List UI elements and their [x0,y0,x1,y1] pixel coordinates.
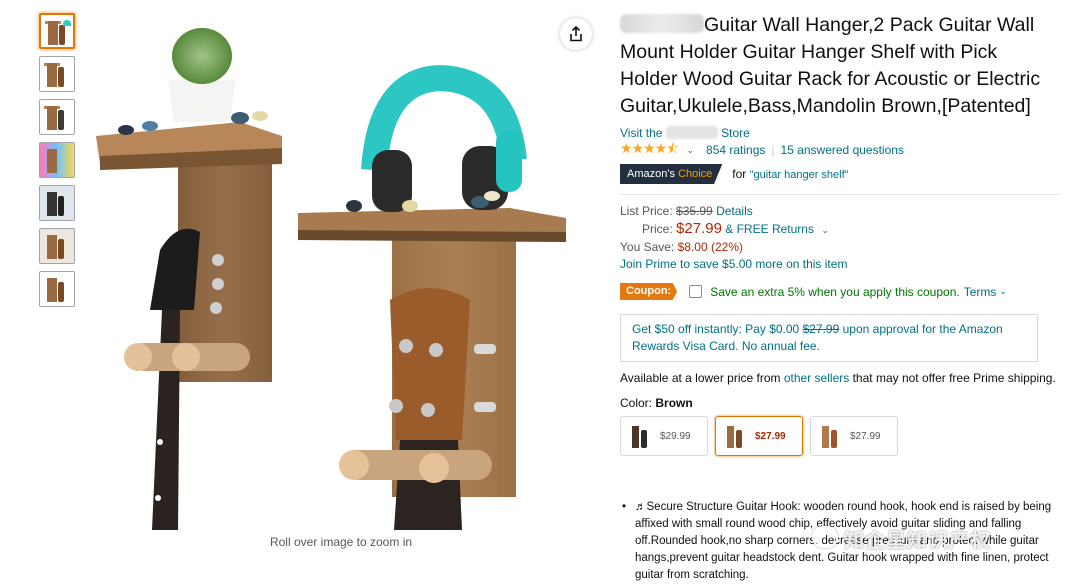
store-suffix: Store [721,126,750,140]
choice-for: for "guitar hanger shelf" [732,167,848,181]
product-title: Guitar Wall Hanger,2 Pack Guitar Wall Mo… [620,12,1060,120]
choice-badge-a: Amazon's [627,168,675,180]
join-prime-link[interactable]: Join Prime to save $5.00 more on this it… [620,257,847,271]
zoom-caption: Roll over image to zoom in [269,535,413,549]
availability-note: Available at a lower price from other se… [620,370,1060,387]
availability-suffix: that may not offer free Prime shipping. [852,371,1056,385]
rewards-card-offer[interactable]: Get $50 off instantly: Pay $0.00 $27.99 … [620,314,1038,362]
thumbnail-5[interactable] [39,185,75,221]
watermark-logo-icon [812,526,838,548]
price-label: Price: [642,222,673,236]
amazons-choice-badge: Amazon's Choice [620,164,723,184]
store-link[interactable]: Visit the Store [620,126,1060,140]
card-offer-text-b: upon approval for the Amazon [842,322,1003,336]
list-price: $35.99 [676,204,713,218]
divider [620,194,1060,195]
share-icon [570,26,582,42]
brand-name-redacted [620,14,704,33]
price-value: $27.99 [676,220,722,237]
coupon-terms-link[interactable]: Terms [964,285,997,299]
swatch-price: $27.99 [850,430,881,442]
other-sellers-link[interactable]: other sellers [784,371,849,385]
swatch-image [723,422,749,450]
watermark: 知企星知识产权 [844,530,991,552]
thumbnail-6[interactable] [39,228,75,264]
feature-bullet: ♬Secure Structure Guitar Hook: wooden ro… [620,499,1060,584]
thumbnail-4[interactable] [39,142,75,178]
color-swatches: $29.99 $27.99 $27.99 [620,416,1060,456]
thumbnail-1[interactable] [39,13,75,49]
coupon-badge: Coupon: [620,283,678,300]
coupon-text: Save an extra 5% when you apply this cou… [710,284,960,299]
choice-for-text: for [732,167,747,181]
ratings-link[interactable]: 854 ratings [706,143,765,157]
swatch-option-2-selected[interactable]: $27.99 [715,416,803,456]
list-price-label: List Price: [620,204,673,218]
rating-row: ★★★★⯪ ⌄ 854 ratings | 15 answered questi… [620,140,1060,158]
store-name-redacted [665,126,718,139]
chevron-down-icon[interactable]: ⌄ [686,145,694,156]
thumbnail-2[interactable] [39,56,75,92]
thumbnail-3[interactable] [39,99,75,135]
feature-bullets: ♬Secure Structure Guitar Hook: wooden ro… [620,499,1060,584]
you-save-label: You Save: [620,240,675,254]
swatch-option-3[interactable]: $27.99 [810,416,898,456]
availability-prefix: Available at a lower price from [620,371,781,385]
free-returns-link[interactable]: & FREE Returns [725,222,814,236]
chevron-down-icon[interactable]: ⌄ [999,286,1007,297]
thumbnail-strip [39,13,77,314]
choice-badge-b: Choice [678,168,713,180]
left-hanger [96,28,282,530]
swatch-option-1[interactable]: $29.99 [620,416,708,456]
card-offer-strike: $27.99 [802,322,840,336]
thumbnail-7[interactable] [39,271,75,307]
you-save-value: $8.00 (22%) [677,240,743,254]
coupon-row: Coupon: Save an extra 5% when you apply … [620,283,1060,300]
choice-keyword-link[interactable]: "guitar hanger shelf" [750,169,849,181]
main-product-image[interactable] [90,10,592,530]
coupon-checkbox[interactable] [689,285,703,298]
details-link[interactable]: Details [716,204,753,218]
color-label: Color: Brown [620,396,1060,410]
price-table: List Price: $35.99 Details Price: $27.99… [620,203,1060,273]
star-rating-icon[interactable]: ★★★★⯪ [620,138,679,162]
amazons-choice-row: Amazon's Choice for "guitar hanger shelf… [620,164,1060,184]
share-button[interactable] [560,18,592,50]
swatch-price: $29.99 [660,430,691,442]
color-value: Brown [655,396,693,410]
swatch-image [818,422,844,450]
answered-questions-link[interactable]: 15 answered questions [781,143,904,157]
right-hanger [298,64,566,530]
color-label-text: Color: [620,396,653,410]
swatch-price: $27.99 [755,430,786,442]
card-offer-text-a: Get $50 off instantly: Pay $0.00 [632,322,800,336]
chevron-down-icon[interactable]: ⌄ [821,225,829,235]
swatch-image [628,422,654,450]
product-detail: Guitar Wall Hanger,2 Pack Guitar Wall Mo… [620,12,1060,456]
card-offer-line2: Rewards Visa Card. No annual fee. [632,339,820,353]
